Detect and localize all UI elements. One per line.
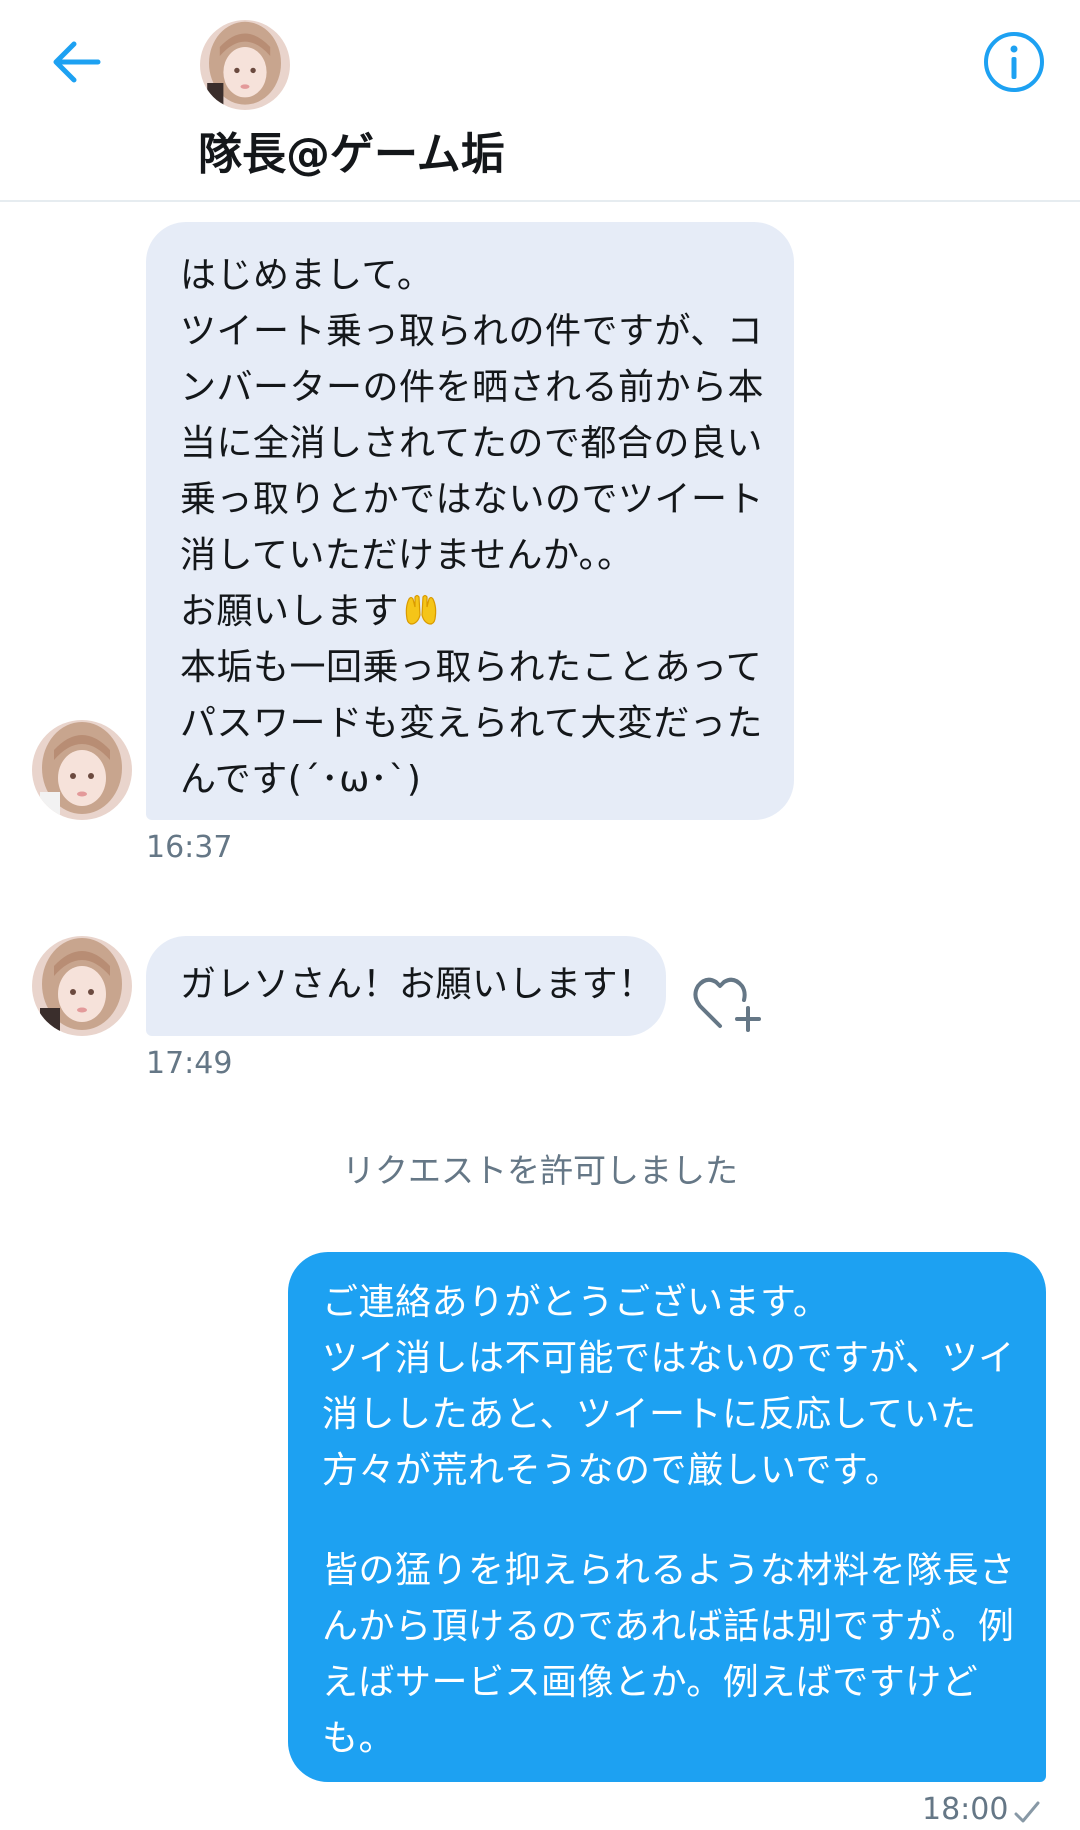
sender-avatar[interactable] [32, 936, 132, 1036]
back-button[interactable] [48, 32, 108, 92]
message-line: んから頂けるのであれば話は別ですが。例 [322, 1606, 1015, 1647]
message-line: 当に全消しされてたので都合の良い [180, 423, 763, 464]
message-bubble-outgoing[interactable]: ご連絡ありがとうございます。 ツイ消しは不可能ではないのですが、ツイ 消ししたあ… [288, 1252, 1046, 1782]
message-line: 本垢も一回乗っ取られたことあって [180, 647, 763, 688]
heart-plus-icon [693, 977, 761, 1032]
message-line: も。 [322, 1718, 396, 1759]
info-circle-icon [984, 32, 1044, 92]
arrow-left-icon [53, 41, 101, 83]
message-bubble-incoming[interactable]: ガレソさん！お願いします！ [146, 936, 666, 1036]
message-timestamp: 16:37 [146, 830, 233, 865]
message-line: ツイ消しは不可能ではないのですが、ツイ [322, 1338, 1015, 1379]
message-line: パスワードも変えられて大変だった [180, 703, 763, 744]
sender-avatar[interactable] [32, 720, 132, 820]
message-line: 皆の猛りを抑えられるような材料を隊長さ [322, 1550, 1016, 1591]
message-line: ご連絡ありがとうございます。 [322, 1282, 830, 1323]
check-icon [1014, 1801, 1040, 1823]
message-line: んです(´･ω･`) [180, 759, 422, 800]
message-line: はじめまして。 [180, 255, 434, 296]
message-line: 消していただけませんか。。 [180, 535, 634, 576]
message-line: えばサービス画像とか。例えばですけど [322, 1662, 979, 1703]
message-line-text: お願いします [180, 591, 400, 632]
conversation-header: 隊長@ゲーム垢 [0, 0, 1080, 202]
message-line: 乗っ取りとかではないのでツイート [180, 479, 765, 520]
contact-name[interactable]: 隊長@ゲーム垢 [198, 118, 505, 182]
like-button[interactable] [690, 970, 762, 1036]
message-line: 消ししたあと、ツイートに反応していた [322, 1394, 977, 1435]
message-line: ツイート乗っ取られの件ですが、コ [180, 311, 764, 352]
message-line: 方々が荒れそうなので厳しいです。 [322, 1450, 902, 1491]
system-message: リクエストを許可しました [342, 1151, 738, 1190]
message-timestamp: 18:00 [922, 1792, 1009, 1827]
header-avatar[interactable] [200, 20, 290, 110]
message-bubble-incoming[interactable]: はじめまして。 ツイート乗っ取られの件ですが、コ ンバーターの件を晒される前から… [146, 222, 794, 820]
raised-hands-emoji-icon [405, 594, 437, 625]
message-line: ンバーターの件を晒される前から本 [180, 367, 765, 408]
message-line: ガレソさん！お願いします！ [180, 964, 655, 1005]
info-button[interactable] [982, 30, 1046, 94]
message-timestamp: 17:49 [146, 1046, 233, 1081]
message-line-with-emoji: お願いします [180, 584, 764, 640]
